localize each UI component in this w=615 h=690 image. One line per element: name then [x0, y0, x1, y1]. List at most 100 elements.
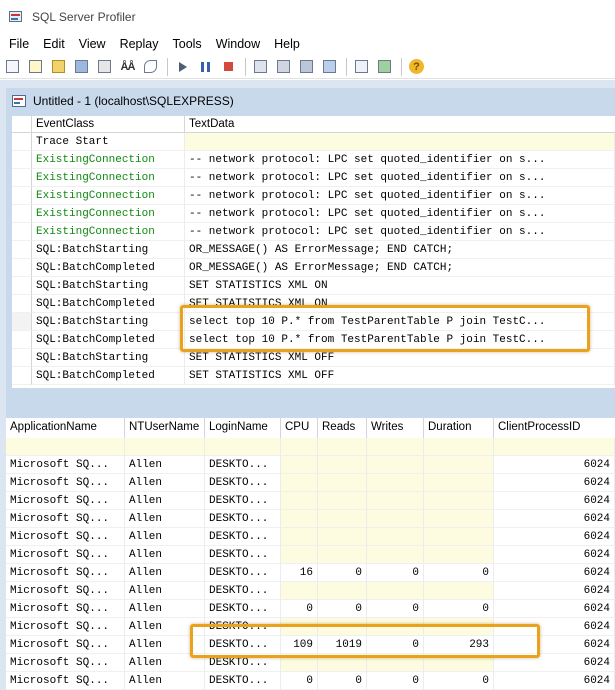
- trace-row[interactable]: SQL:BatchCompleted select top 10 P.* from…: [12, 331, 615, 349]
- row-selector[interactable]: [12, 151, 32, 169]
- trace-window-icon: [12, 94, 27, 108]
- writes-cell: [367, 582, 424, 600]
- textdata-cell: select top 10 P.* from TestParentTable P…: [185, 313, 615, 331]
- menu-replay[interactable]: Replay: [113, 37, 166, 51]
- reads-cell: 0: [318, 564, 367, 582]
- trace-row[interactable]: SQL:BatchStarting select top 10 P.* from …: [12, 313, 615, 331]
- cpu-cell: 0: [281, 672, 318, 690]
- trace-row[interactable]: SQL:BatchStarting OR_MESSAGE() AS ErrorMe…: [12, 241, 615, 259]
- clear-icon[interactable]: [142, 58, 159, 75]
- column-header-clientprocessid[interactable]: ClientProcessID: [494, 418, 615, 438]
- cpu-cell: [281, 546, 318, 564]
- detail-row[interactable]: Microsoft SQ... Allen DESKTO... 6024: [6, 474, 615, 492]
- row-selector[interactable]: [12, 169, 32, 187]
- row-selector[interactable]: [12, 277, 32, 295]
- new-trace-icon[interactable]: [4, 58, 21, 75]
- column-header-textdata[interactable]: TextData: [185, 116, 615, 133]
- row-selector[interactable]: [12, 313, 32, 331]
- applicationname-cell: Microsoft SQ...: [6, 510, 125, 528]
- duration-cell: 0: [424, 672, 494, 690]
- trace-row[interactable]: ExistingConnection -- network protocol: L…: [12, 187, 615, 205]
- trace-window-titlebar[interactable]: Untitled - 1 (localhost\SQLEXPRESS): [6, 88, 615, 114]
- column-header-duration[interactable]: Duration: [424, 418, 494, 438]
- menu-edit[interactable]: Edit: [36, 37, 72, 51]
- reads-cell: [318, 438, 367, 456]
- column-header-cpu[interactable]: CPU: [281, 418, 318, 438]
- extract-icon[interactable]: [275, 58, 292, 75]
- save-icon[interactable]: [73, 58, 90, 75]
- row-selector[interactable]: [12, 241, 32, 259]
- menu-file[interactable]: File: [2, 37, 36, 51]
- row-selector[interactable]: [12, 133, 32, 151]
- detail-row[interactable]: Microsoft SQ... Allen DESKTO... 6024: [6, 654, 615, 672]
- menu-view[interactable]: View: [72, 37, 113, 51]
- help-icon[interactable]: ?: [408, 58, 425, 75]
- row-selector[interactable]: [12, 295, 32, 313]
- row-selector[interactable]: [12, 223, 32, 241]
- ntusername-cell: Allen: [125, 492, 205, 510]
- detail-row[interactable]: Microsoft SQ... Allen DESKTO... 6024: [6, 582, 615, 600]
- sql-import-icon[interactable]: [376, 58, 393, 75]
- print-icon[interactable]: [96, 58, 113, 75]
- trace-row[interactable]: SQL:BatchCompleted SET STATISTICS XML OFF: [12, 367, 615, 385]
- open-icon[interactable]: [50, 58, 67, 75]
- trace-row[interactable]: ExistingConnection -- network protocol: L…: [12, 205, 615, 223]
- trace-row[interactable]: ExistingConnection -- network protocol: L…: [12, 169, 615, 187]
- row-selector[interactable]: [12, 367, 32, 385]
- trace-row[interactable]: ExistingConnection -- network protocol: L…: [12, 223, 615, 241]
- run-icon[interactable]: [174, 58, 191, 75]
- window-title: SQL Server Profiler: [32, 10, 136, 24]
- trace-row[interactable]: SQL:BatchStarting SET STATISTICS XML ON: [12, 277, 615, 295]
- loginname-cell: DESKTO...: [205, 600, 281, 618]
- menu-window[interactable]: Window: [209, 37, 267, 51]
- detail-row[interactable]: Microsoft SQ... Allen DESKTO... 6024: [6, 528, 615, 546]
- textdata-cell: SET STATISTICS XML ON: [185, 295, 615, 313]
- ntusername-cell: Allen: [125, 582, 205, 600]
- detail-row[interactable]: Microsoft SQ... Allen DESKTO... 6024: [6, 618, 615, 636]
- detail-row[interactable]: Microsoft SQ... Allen DESKTO... 16 0 0 0 6024: [6, 564, 615, 582]
- column-header-loginname[interactable]: LoginName: [205, 418, 281, 438]
- templates-icon[interactable]: [298, 58, 315, 75]
- column-header-ntusername[interactable]: NTUserName: [125, 418, 205, 438]
- properties-icon[interactable]: [252, 58, 269, 75]
- trace-row[interactable]: SQL:BatchCompleted SET STATISTICS XML ON: [12, 295, 615, 313]
- column-header-reads[interactable]: Reads: [318, 418, 367, 438]
- row-selector[interactable]: [12, 187, 32, 205]
- menu-help[interactable]: Help: [267, 37, 307, 51]
- find-icon[interactable]: ÅÅ: [119, 58, 136, 75]
- pane-splitter[interactable]: [6, 388, 615, 418]
- detail-row[interactable]: Microsoft SQ... Allen DESKTO... 6024: [6, 456, 615, 474]
- perfmon-import-icon[interactable]: [353, 58, 370, 75]
- column-header-applicationname[interactable]: ApplicationName: [6, 418, 125, 438]
- row-selector[interactable]: [12, 331, 32, 349]
- event-details-grid[interactable]: ApplicationName NTUserName LoginName CPU…: [6, 418, 615, 690]
- toolbar-separator: [401, 57, 402, 76]
- detail-row[interactable]: Microsoft SQ... Allen DESKTO... 0 0 0 0 6024: [6, 600, 615, 618]
- cpu-cell: [281, 492, 318, 510]
- trace-row[interactable]: SQL:BatchCompleted OR_MESSAGE() AS ErrorM…: [12, 259, 615, 277]
- trace-row[interactable]: ExistingConnection -- network protocol: L…: [12, 151, 615, 169]
- pause-icon[interactable]: [197, 58, 214, 75]
- column-header-writes[interactable]: Writes: [367, 418, 424, 438]
- column-header-eventclass[interactable]: EventClass: [32, 116, 185, 133]
- ntusername-cell: Allen: [125, 528, 205, 546]
- detail-row[interactable]: Microsoft SQ... Allen DESKTO... 109 1019 0 293…: [6, 636, 615, 654]
- applicationname-cell: Microsoft SQ...: [6, 672, 125, 690]
- eventclass-cell: ExistingConnection: [32, 151, 185, 169]
- detail-row[interactable]: Microsoft SQ... Allen DESKTO... 6024: [6, 510, 615, 528]
- trace-row[interactable]: Trace Start: [12, 133, 615, 151]
- row-selector[interactable]: [12, 205, 32, 223]
- detail-row[interactable]: Microsoft SQ... Allen DESKTO... 6024: [6, 546, 615, 564]
- menu-tools[interactable]: Tools: [166, 37, 209, 51]
- detail-row[interactable]: Microsoft SQ... Allen DESKTO... 0 0 0 0 6024: [6, 672, 615, 690]
- detail-row[interactable]: Microsoft SQ... Allen DESKTO... 6024: [6, 492, 615, 510]
- new-template-icon[interactable]: [27, 58, 44, 75]
- trace-events-grid[interactable]: EventClass TextData Trace Start ExistingC…: [12, 116, 615, 388]
- row-selector[interactable]: [12, 349, 32, 367]
- row-selector[interactable]: [12, 259, 32, 277]
- detail-row[interactable]: [6, 438, 615, 456]
- stop-icon[interactable]: [220, 58, 237, 75]
- autoscroll-icon[interactable]: [321, 58, 338, 75]
- writes-cell: 0: [367, 600, 424, 618]
- trace-row[interactable]: SQL:BatchStarting SET STATISTICS XML OFF: [12, 349, 615, 367]
